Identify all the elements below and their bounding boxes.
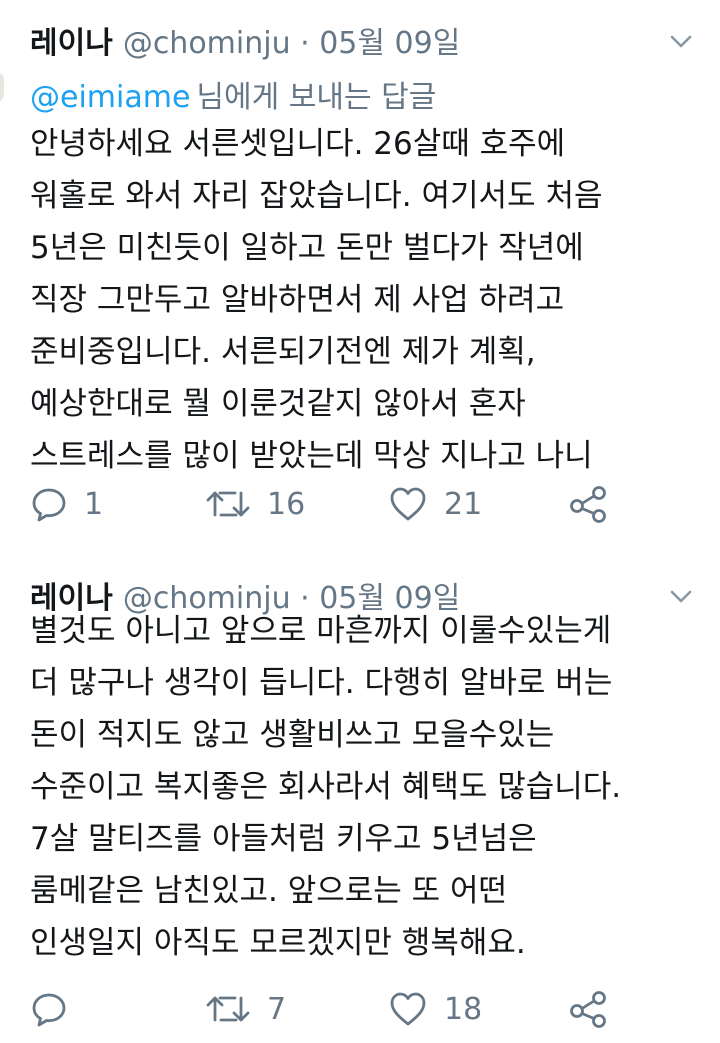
tweet-text-line: 예상한대로 뭘 이룬것같지 않아서 혼자 [30, 386, 526, 422]
mention-link[interactable]: @eimiame [30, 80, 190, 115]
share-icon [570, 486, 606, 523]
tweet-text-line: 스트레스를 많이 받았는데 막상 지나고 나니 [30, 438, 593, 474]
tweet-text-line: 돈이 적지도 않고 생활비쓰고 모을수있는 [30, 717, 555, 753]
share-icon [570, 991, 606, 1028]
retweet-icon [206, 996, 250, 1022]
tweet-header: 레이나 @chominju · 05월 09일 [30, 18, 460, 62]
retweet-button[interactable]: 16 [205, 485, 305, 523]
like-count: 18 [444, 991, 483, 1027]
tweet-text-line: 룸메같은 남친있고. 앞으로는 또 어떤 [30, 873, 508, 909]
like-button[interactable]: 18 [388, 990, 482, 1028]
reply-label: 님에게 보내는 답글 [196, 80, 437, 115]
reply-count: 1 [84, 486, 104, 522]
retweet-count: 16 [267, 486, 306, 522]
tweet-text: 별것도 아니고 앞으로 마흔까지 이룰수있는게 더 많구나 생각이 듭니다. 다… [30, 605, 720, 969]
display-name[interactable]: 레이나 [30, 18, 113, 62]
like-count: 21 [444, 486, 483, 522]
handle-and-date[interactable]: @chominju · 05월 09일 [123, 18, 460, 62]
tweet[interactable]: 레이나 @chominju · 05월 09일 별것도 아니고 앞으로 마흔까지… [0, 555, 720, 1043]
tweet-text-line: 인생일지 아직도 모르겠지만 행복해요. [30, 925, 526, 961]
reply-context: @eimiame 님에게 보내는 답글 [30, 72, 436, 116]
tweet-text-line: 준비중입니다. 서른되기전엔 제가 계획, [30, 334, 536, 370]
tweet-text-line: 워홀로 와서 자리 잡았습니다. 여기서도 처음 [30, 178, 603, 214]
more-options-button[interactable] [668, 28, 694, 54]
like-icon [390, 992, 426, 1026]
share-button[interactable] [568, 484, 610, 524]
tweet-text-line: 7살 말티즈를 아들처럼 키우고 5년넘은 [30, 821, 537, 857]
reply-button[interactable] [30, 990, 84, 1028]
chevron-down-icon [670, 35, 692, 48]
tweet-text-line: 안녕하세요 서른셋입니다. 26살때 호주에 [30, 126, 566, 162]
tweet-text: 안녕하세요 서른셋입니다. 26살때 호주에 워홀로 와서 자리 잡았습니다. … [30, 118, 720, 482]
tweet-text-line: 더 많구나 생각이 듭니다. 다행히 알바로 버는 [30, 665, 613, 701]
tweet-text-line: 직장 그만두고 알바하면서 제 사업 하려고 [30, 282, 565, 318]
retweet-count: 7 [267, 991, 287, 1027]
tweet-actions: 1 16 21 [30, 482, 690, 526]
reply-button[interactable]: 1 [30, 485, 103, 523]
tweet-text-line: 5년은 미친듯이 일하고 돈만 벌다가 작년에 [30, 230, 584, 266]
tweet-text-line: 별것도 아니고 앞으로 마흔까지 이룰수있는게 [30, 613, 612, 649]
tweet-text-line: 수준이고 복지좋은 회사라서 혜택도 많습니다. [30, 769, 622, 805]
retweet-icon [206, 491, 250, 517]
like-icon [390, 487, 426, 521]
tweet[interactable]: 레이나 @chominju · 05월 09일 @eimiame 님에게 보내는 … [0, 0, 720, 540]
retweet-button[interactable]: 7 [205, 990, 286, 1028]
like-button[interactable]: 21 [388, 485, 482, 523]
reply-icon [32, 993, 66, 1027]
share-button[interactable] [568, 989, 610, 1029]
reply-icon [32, 488, 66, 522]
tweet-actions: 7 18 [30, 987, 690, 1031]
